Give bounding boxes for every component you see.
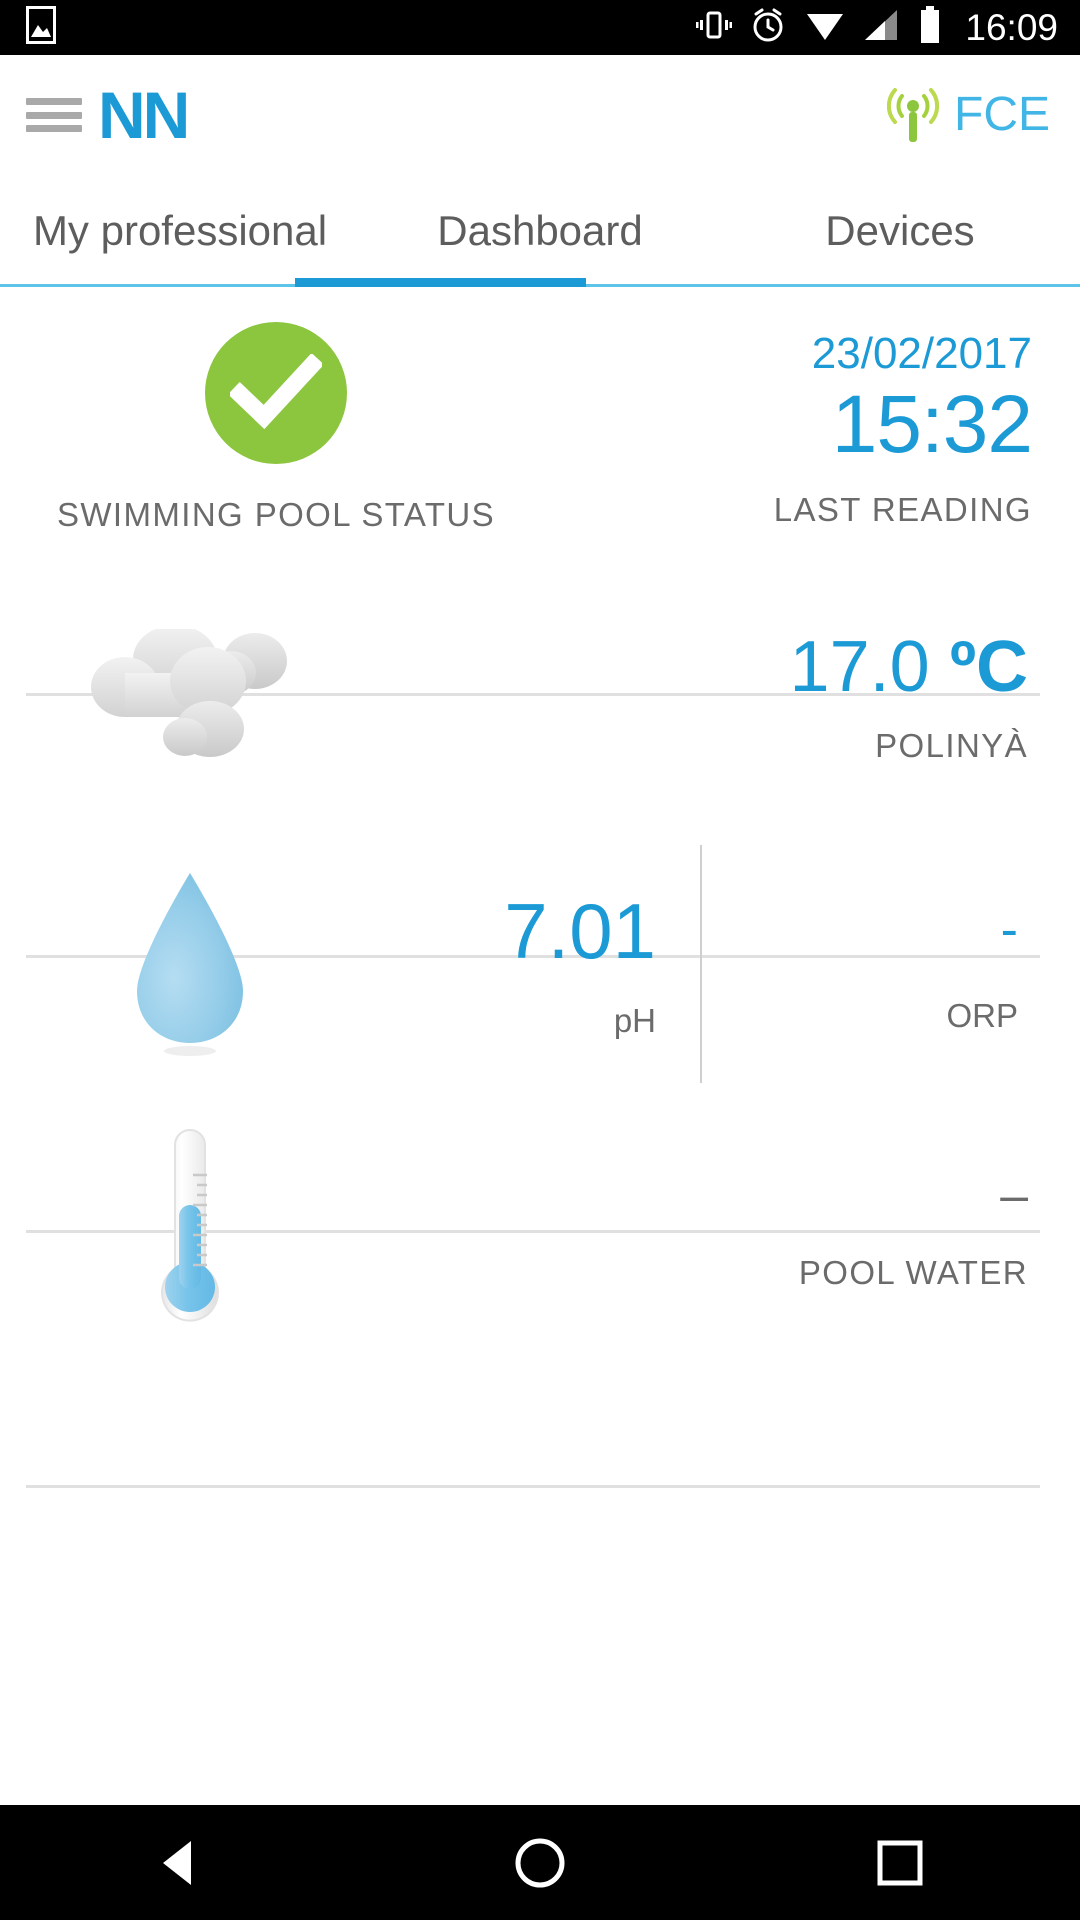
android-status-bar: 16:09 [0, 0, 1080, 55]
app-bar: NN FCE [0, 55, 1080, 175]
water-quality-row[interactable]: 7.01 pH - ORP [0, 827, 1080, 1102]
dashboard-content: SWIMMING POOL STATUS 23/02/2017 15:32 LA… [0, 287, 1080, 1488]
last-reading-time: 15:32 [831, 378, 1033, 470]
pool-water-values: – POOL WATER [380, 1170, 1080, 1289]
vibrate-icon [696, 7, 733, 48]
alarm-clock-icon [749, 6, 787, 49]
hamburger-line [26, 125, 82, 132]
row-divider [26, 1485, 1040, 1488]
pool-water-value: – [1000, 1167, 1028, 1223]
battery-icon [918, 6, 942, 49]
orp-value: - [1000, 901, 1018, 960]
pool-status-row[interactable]: SWIMMING POOL STATUS 23/02/2017 15:32 LA… [0, 287, 1080, 565]
android-navigation-bar [0, 1805, 1080, 1920]
weather-row[interactable]: 17.0 ºC POLINYÀ [0, 565, 1080, 827]
pool-status-caption: SWIMMING POOL STATUS [56, 495, 496, 533]
back-triangle-icon[interactable] [90, 1805, 270, 1920]
weather-icon-wrap [0, 624, 380, 764]
connection-status[interactable]: FCE [886, 82, 1080, 149]
ph-label: pH [613, 1002, 656, 1039]
outdoor-temperature-value: 17.0 [789, 626, 930, 707]
tab-active-indicator [295, 278, 586, 287]
thermometer-icon-wrap [0, 1127, 380, 1332]
status-bar-clock: 16:09 [965, 7, 1058, 48]
image-icon [26, 6, 56, 49]
app-screen: 16:09 NN FCE My professional Dashboard D… [0, 0, 1080, 1920]
hamburger-line [26, 98, 82, 105]
tab-my-professional[interactable]: My professional [0, 175, 360, 287]
weather-values: 17.0 ºC POLINYÀ [380, 631, 1080, 762]
status-bar-left-icons [0, 6, 56, 49]
thermometer-icon [135, 1127, 245, 1332]
app-logo[interactable]: NN [98, 82, 190, 148]
orp-label: ORP [946, 996, 1018, 1034]
tab-bar: My professional Dashboard Devices [0, 175, 1080, 287]
last-reading-date: 23/02/2017 [811, 328, 1032, 378]
connection-label: FCE [954, 88, 1050, 141]
cloudy-weather-icon [80, 624, 300, 764]
last-reading-block: 23/02/2017 15:32 LAST READING [526, 326, 1080, 527]
hamburger-menu-icon[interactable] [26, 95, 82, 135]
ph-value: 7.01 [504, 887, 656, 975]
tab-dashboard[interactable]: Dashboard [360, 175, 720, 287]
last-reading-caption: LAST READING [773, 491, 1032, 529]
ph-block: 7.01 pH [380, 892, 704, 1037]
pool-status-left: SWIMMING POOL STATUS [26, 321, 526, 533]
water-drop-icon [115, 867, 265, 1062]
water-drop-icon-wrap [0, 867, 380, 1062]
wifi-icon [804, 8, 846, 47]
cell-signal-icon [863, 8, 901, 47]
outdoor-temperature: 17.0 ºC [790, 631, 1028, 703]
status-bar-right-icons: 16:09 [696, 6, 1080, 49]
vertical-separator [700, 845, 702, 1083]
recents-square-icon[interactable] [810, 1805, 990, 1920]
weather-location: POLINYÀ [875, 726, 1028, 764]
orp-block: - ORP [704, 897, 1080, 1032]
antenna-signal-icon [886, 82, 940, 149]
green-check-circle-icon [205, 321, 347, 464]
pool-water-label: POOL WATER [798, 1254, 1028, 1291]
outdoor-temperature-unit: ºC [949, 626, 1028, 707]
home-circle-icon[interactable] [450, 1805, 630, 1920]
tab-devices[interactable]: Devices [720, 175, 1080, 287]
hamburger-line [26, 111, 82, 119]
pool-water-row[interactable]: – POOL WATER [0, 1102, 1080, 1357]
